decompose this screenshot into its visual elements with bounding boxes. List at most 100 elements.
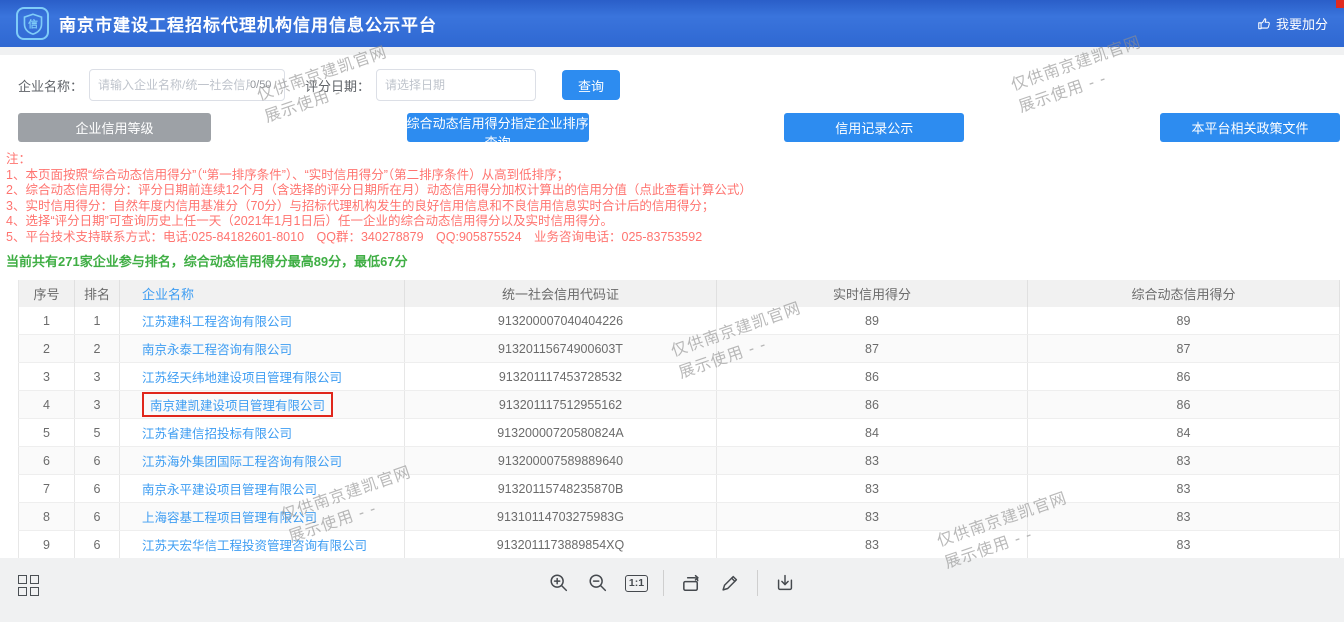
shield-icon: 信 <box>20 11 46 37</box>
table-header-row: 序号 排名 企业名称 统一社会信用代码证 实时信用得分 综合动态信用得分 <box>18 280 1340 307</box>
bottom-bar: 1:1 <box>0 558 1344 622</box>
cell-seq: 5 <box>18 419 75 446</box>
company-name-label: 企业名称： <box>18 76 83 95</box>
add-score-button[interactable]: 我要加分 <box>1257 14 1328 33</box>
header-seq: 序号 <box>18 280 75 307</box>
note-line-4: 4、选择“评分日期”可查询历史上任一天（2021年1月1日后）任一企业的综合动态… <box>6 214 1344 230</box>
header-name: 企业名称 <box>120 280 405 307</box>
policy-files-button[interactable]: 本平台相关政策文件 <box>1160 113 1340 142</box>
query-button[interactable]: 查询 <box>562 70 620 100</box>
rank-query-button[interactable]: 综合动态信用得分指定企业排序查询 <box>407 113 589 142</box>
cell-realtime-score: 86 <box>717 391 1028 418</box>
ranking-summary: 当前共有271家企业参与排名，综合动态信用得分最高89分，最低67分 <box>0 245 1344 270</box>
actual-size-icon[interactable]: 1:1 <box>625 575 648 592</box>
table-row: 8 6 上海容基工程项目管理有限公司 91310114703275983G 83… <box>18 503 1340 531</box>
cell-credit-code: 913200007589889640 <box>405 447 717 474</box>
platform-logo: 信 <box>16 7 49 40</box>
cell-composite-score: 83 <box>1028 447 1340 474</box>
header-rank: 排名 <box>75 280 120 307</box>
table-row: 7 6 南京永平建设项目管理有限公司 91320115748235870B 83… <box>18 475 1340 503</box>
cell-rank: 6 <box>75 531 120 558</box>
cell-realtime-score: 89 <box>717 307 1028 334</box>
zoom-out-icon[interactable] <box>586 571 610 595</box>
cell-credit-code: 9132011173889854XQ <box>405 531 717 558</box>
table-row: 1 1 江苏建科工程咨询有限公司 913200007040404226 89 8… <box>18 307 1340 335</box>
company-name-link[interactable]: 南京永泰工程咨询有限公司 <box>120 335 405 362</box>
toolbar-divider <box>663 570 664 596</box>
cell-realtime-score: 86 <box>717 363 1028 390</box>
company-name-link[interactable]: 江苏省建信招投标有限公司 <box>120 419 405 446</box>
company-name-input-wrap: 0/50 <box>89 69 285 101</box>
table-body: 1 1 江苏建科工程咨询有限公司 913200007040404226 89 8… <box>18 307 1340 587</box>
company-name-link[interactable]: 江苏建科工程咨询有限公司 <box>120 307 405 334</box>
cell-realtime-score: 83 <box>717 503 1028 530</box>
cell-realtime-score: 83 <box>717 531 1028 558</box>
ranking-table: 序号 排名 企业名称 统一社会信用代码证 实时信用得分 综合动态信用得分 1 1… <box>18 280 1340 587</box>
note-line-1: 1、本页面按照“综合动态信用得分”（“第一排序条件”）、“实时信用得分”（第二排… <box>6 168 1344 184</box>
table-row: 2 2 南京永泰工程咨询有限公司 91320115674900603T 87 8… <box>18 335 1340 363</box>
image-toolbar: 1:1 <box>0 570 1344 596</box>
corner-mark <box>1336 0 1344 8</box>
cell-realtime-score: 83 <box>717 475 1028 502</box>
cell-realtime-score: 87 <box>717 335 1028 362</box>
cell-rank: 5 <box>75 419 120 446</box>
cell-composite-score: 83 <box>1028 475 1340 502</box>
zoom-in-icon[interactable] <box>547 571 571 595</box>
rotate-icon[interactable] <box>679 571 703 595</box>
score-date-label: 评分日期： <box>305 76 370 95</box>
table-row: 6 6 江苏海外集团国际工程咨询有限公司 913200007589889640 … <box>18 447 1340 475</box>
char-counter: 0/50 <box>250 79 271 91</box>
page-title: 南京市建设工程招标代理机构信用信息公示平台 <box>59 11 437 36</box>
cell-credit-code: 913201117453728532 <box>405 363 717 390</box>
company-name-link[interactable]: 江苏海外集团国际工程咨询有限公司 <box>120 447 405 474</box>
score-date-input-wrap <box>376 69 536 101</box>
company-name-link[interactable]: 南京建凯建设项目管理有限公司 <box>120 391 405 418</box>
logo-char: 信 <box>28 17 38 30</box>
cell-seq: 2 <box>18 335 75 362</box>
cell-composite-score: 83 <box>1028 531 1340 558</box>
toolbar-divider <box>757 570 758 596</box>
company-name-link[interactable]: 江苏经天纬地建设项目管理有限公司 <box>120 363 405 390</box>
cell-credit-code: 913201117512955162 <box>405 391 717 418</box>
notes-title: 注： <box>6 152 1344 168</box>
download-icon[interactable] <box>773 571 797 595</box>
company-name-input[interactable] <box>98 71 250 99</box>
cell-rank: 3 <box>75 391 120 418</box>
cell-composite-score: 84 <box>1028 419 1340 446</box>
cell-composite-score: 86 <box>1028 391 1340 418</box>
cell-rank: 6 <box>75 447 120 474</box>
content-panel: 企业名称： 0/50 评分日期： 查询 企业信用等级 综合动态信用得分指定企业排… <box>0 55 1344 558</box>
header-code: 统一社会信用代码证 <box>405 280 717 307</box>
cell-seq: 1 <box>18 307 75 334</box>
table-row: 5 5 江苏省建信招投标有限公司 91320000720580824A 84 8… <box>18 419 1340 447</box>
cell-composite-score: 87 <box>1028 335 1340 362</box>
company-name-link[interactable]: 上海容基工程项目管理有限公司 <box>120 503 405 530</box>
header-realtime: 实时信用得分 <box>717 280 1028 307</box>
company-name-link[interactable]: 江苏天宏华信工程投资管理咨询有限公司 <box>120 531 405 558</box>
table-row: 3 3 江苏经天纬地建设项目管理有限公司 913201117453728532 … <box>18 363 1340 391</box>
add-score-label: 我要加分 <box>1276 14 1328 33</box>
score-date-input[interactable] <box>385 71 525 99</box>
notes-block: 注： 1、本页面按照“综合动态信用得分”（“第一排序条件”）、“实时信用得分”（… <box>0 142 1344 245</box>
cell-composite-score: 86 <box>1028 363 1340 390</box>
cell-seq: 6 <box>18 447 75 474</box>
credit-level-button[interactable]: 企业信用等级 <box>18 113 211 142</box>
cell-credit-code: 91320115674900603T <box>405 335 717 362</box>
cell-rank: 6 <box>75 475 120 502</box>
edit-pencil-icon[interactable] <box>718 571 742 595</box>
note-line-2: 2、综合动态信用得分：评分日期前连续12个月（含选择的评分日期所在月）动态信用得… <box>6 183 1344 199</box>
header-composite: 综合动态信用得分 <box>1028 280 1340 307</box>
cell-rank: 6 <box>75 503 120 530</box>
note-line-3: 3、实时信用得分：自然年度内信用基准分（70分）与招标代理机构发生的良好信用信息… <box>6 199 1344 215</box>
note-line-5: 5、平台技术支持联系方式：电话:025-84182601-8010 QQ群：34… <box>6 230 1344 246</box>
credit-records-button[interactable]: 信用记录公示 <box>784 113 964 142</box>
cell-realtime-score: 84 <box>717 419 1028 446</box>
company-name-link[interactable]: 南京永平建设项目管理有限公司 <box>120 475 405 502</box>
table-row: 4 3 南京建凯建设项目管理有限公司 913201117512955162 86… <box>18 391 1340 419</box>
action-buttons-row: 企业信用等级 综合动态信用得分指定企业排序查询 信用记录公示 本平台相关政策文件 <box>0 101 1344 142</box>
cell-credit-code: 913200007040404226 <box>405 307 717 334</box>
cell-credit-code: 91320000720580824A <box>405 419 717 446</box>
thumbs-up-icon <box>1257 17 1271 31</box>
cell-composite-score: 89 <box>1028 307 1340 334</box>
cell-credit-code: 91310114703275983G <box>405 503 717 530</box>
